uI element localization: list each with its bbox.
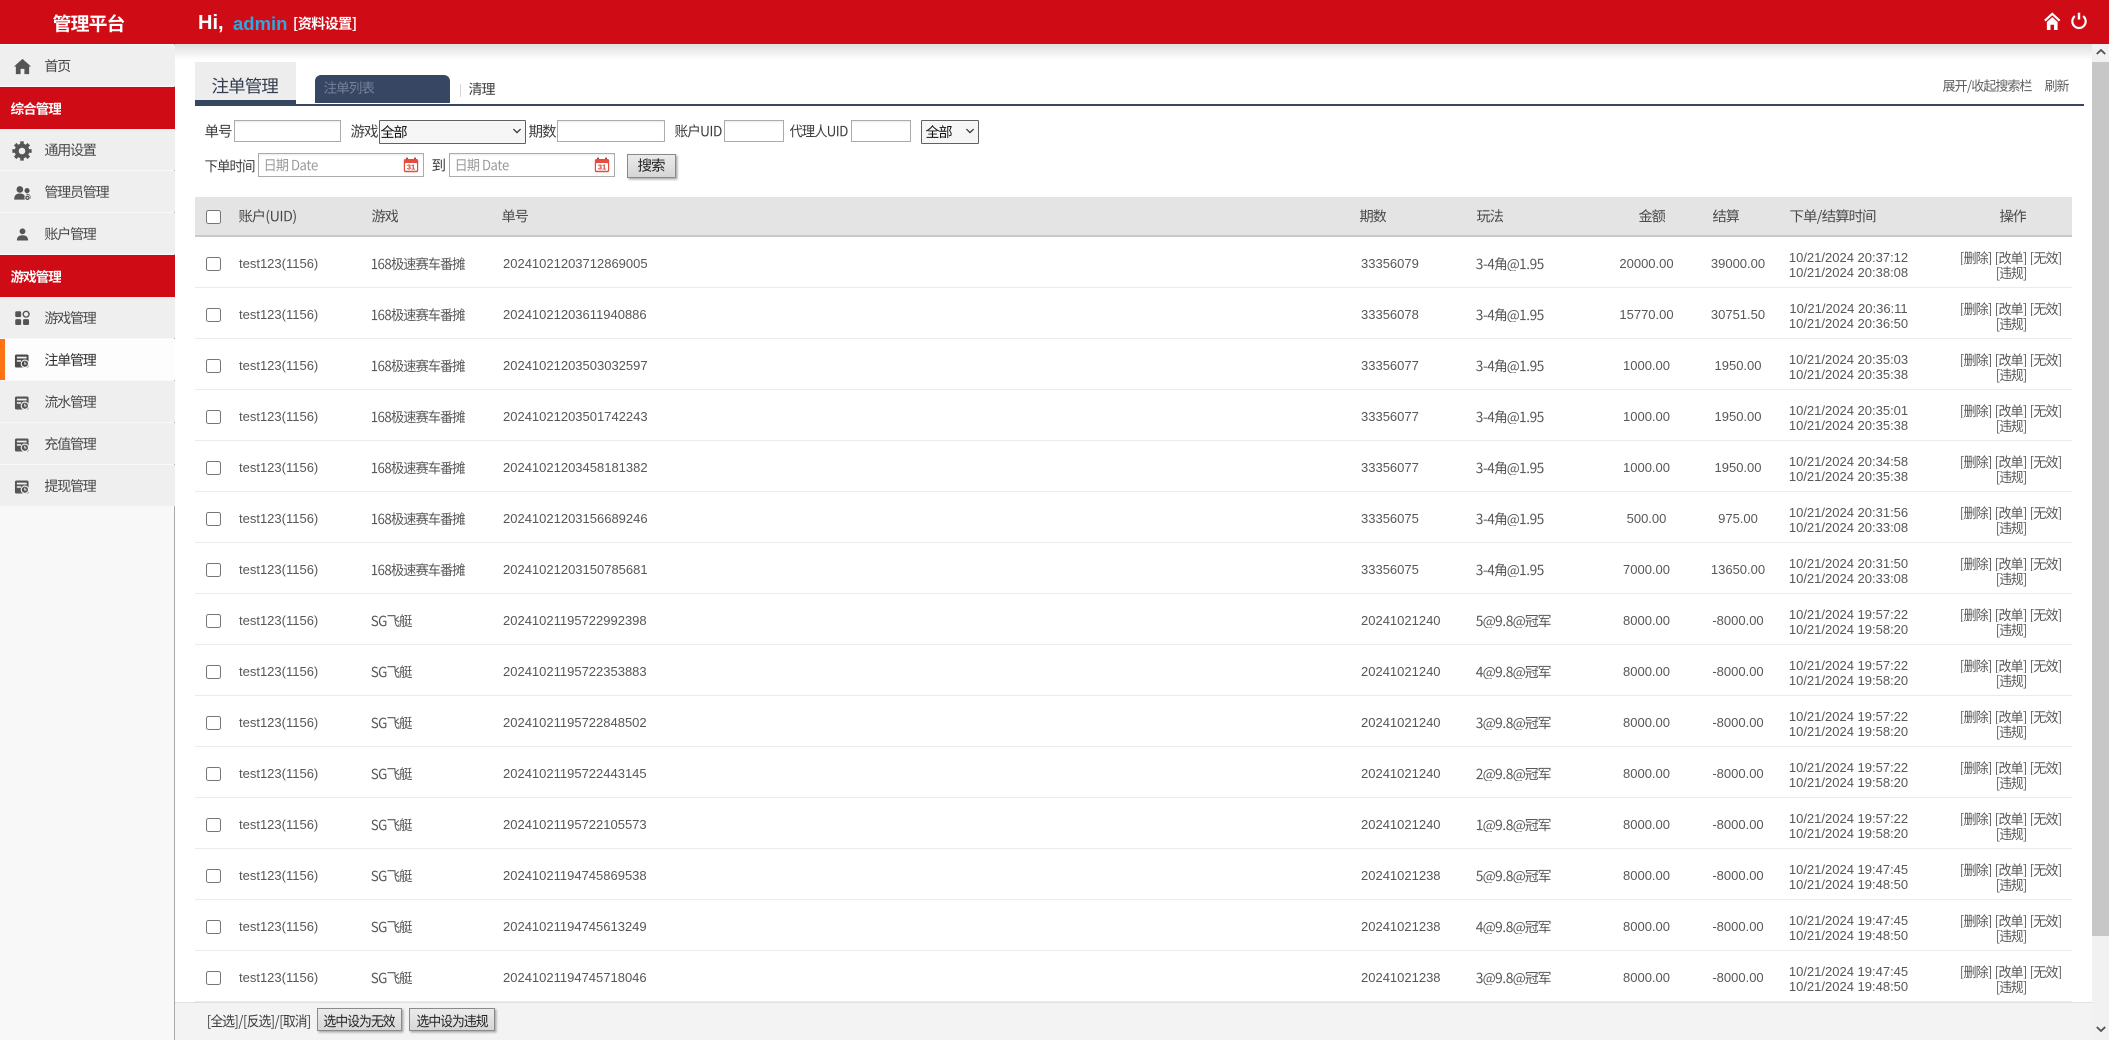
svg-text:31: 31 bbox=[598, 162, 606, 171]
svg-text:31: 31 bbox=[407, 162, 415, 171]
